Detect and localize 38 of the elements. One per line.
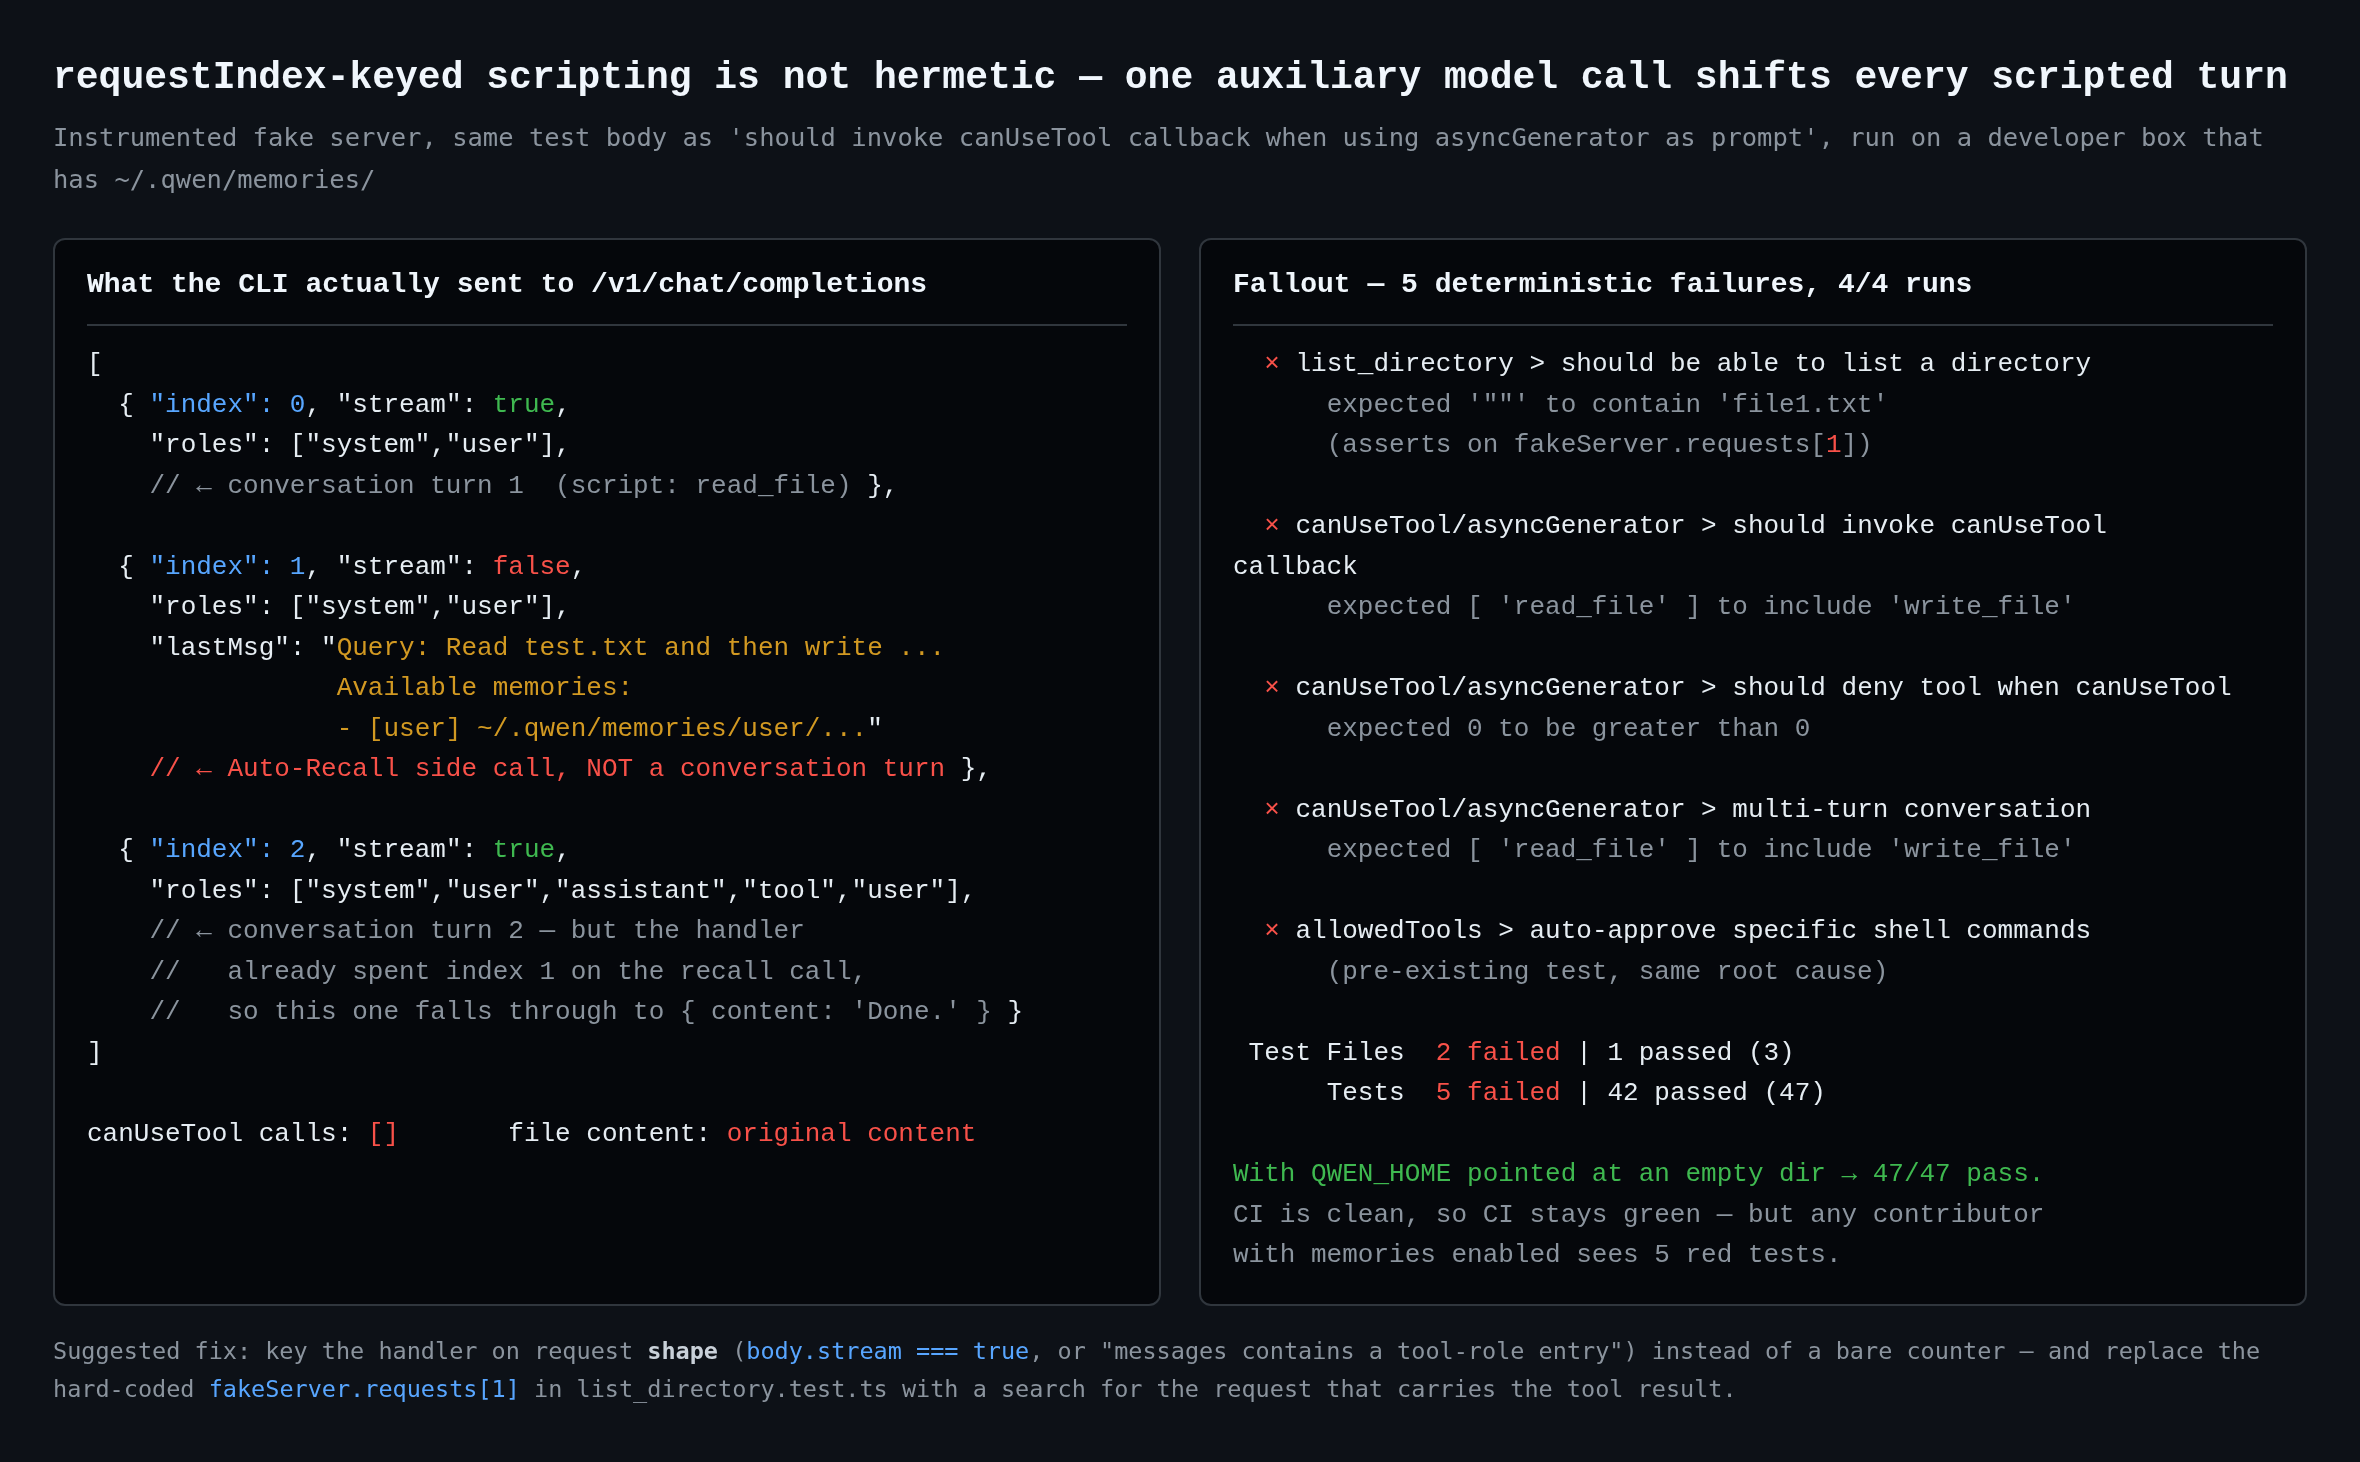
code-line: (asserts on fakeServer.requests[1])	[1325, 429, 1874, 462]
code-line: × canUseTool/asyncGenerator > multi-turn conversation	[1263, 793, 2093, 827]
code-line: // already spent index 1 on the recall call,	[148, 955, 869, 989]
code-line: { "index": 1, "stream": false,	[117, 550, 588, 584]
panel-title: Fallout — 5 deterministic failures, 4/4 runs	[1233, 264, 2273, 326]
code-line: × allowedTools > auto-approve specific shell commands	[1263, 915, 2093, 948]
code-line: - [user] ~/.qwen/memories/user/..."	[335, 712, 884, 746]
code-line: // ← conversation turn 1 (script: read_file) },	[148, 469, 900, 503]
code-line: "roles": ["system","user","assistant","tool","user"],	[148, 874, 978, 908]
code-line: "roles": ["system","user"],	[148, 591, 572, 624]
code-line: With QWEN_HOME pointed at an empty dir → 47/47 pass.	[1233, 1158, 2046, 1191]
page-title: requestIndex-keyed scripting is not hermetic — one auxiliary model call shifts every scripted turn	[53, 55, 2289, 101]
code-line: canUseTool calls: [] file content: original content	[87, 1117, 978, 1151]
code-line: CI is clean, so CI stays green — but any contributor	[1233, 1198, 2046, 1232]
code-line: { "index": 0, "stream": true,	[117, 388, 572, 422]
code-line: × canUseTool/asyncGenerator > should deny tool when canUseTool	[1263, 672, 2233, 705]
code-line: ]	[87, 1036, 104, 1070]
page-subtitle: Instrumented fake server, same test body as 'should invoke canUseTool callback when using asyncGenerator as prompt', run on a developer box that has ~/.qwen/memories/	[53, 121, 2265, 196]
code-line: // ← Auto-Recall side call, NOT a conversation turn },	[148, 753, 993, 786]
code-line: Tests 5 failed | 42 passed (47)	[1325, 1077, 1827, 1110]
code-line: with memories enabled sees 5 red tests.	[1233, 1239, 1843, 1272]
code-line: // so this one falls through to { content: 'Done.' } }	[148, 996, 1025, 1029]
panel-title: What the CLI actually sent to /v1/chat/completions	[87, 264, 1127, 326]
code-line: × canUseTool/asyncGenerator > should invoke canUseTool callback	[1233, 510, 2108, 584]
code-line: "lastMsg": "Query: Read test.txt and then write ...	[148, 631, 947, 665]
code-line: "roles": ["system","user"],	[148, 429, 572, 462]
code-line: expected [ 'read_file' ] to include 'write_file'	[1325, 591, 2077, 624]
code-line: Test Files 2 failed | 1 passed (3)	[1247, 1036, 1796, 1070]
code-line: (pre-existing test, same root cause)	[1325, 955, 1890, 989]
code-line: // ← conversation turn 2 — but the handler	[148, 915, 806, 948]
code-line: [	[87, 348, 104, 381]
code-line: expected [ 'read_file' ] to include 'write_file'	[1325, 834, 2077, 867]
code-line: { "index": 2, "stream": true,	[117, 834, 572, 867]
code-line: expected '""' to contain 'file1.txt'	[1325, 388, 1890, 422]
footer-note: Suggested fix: key the handler on request shape (body.stream === true, or "messages contains a tool-role entry") instead of a bare counter — and replace the hard-coded fakeServer.requests[1] in list_directory.test.ts with a search for the request that carries the tool result.	[53, 1336, 2262, 1405]
code-line: Available memories:	[335, 672, 635, 705]
code-line: expected 0 to be greater than 0	[1325, 712, 1812, 746]
code-line: × list_directory > should be able to list a directory	[1263, 348, 2093, 381]
